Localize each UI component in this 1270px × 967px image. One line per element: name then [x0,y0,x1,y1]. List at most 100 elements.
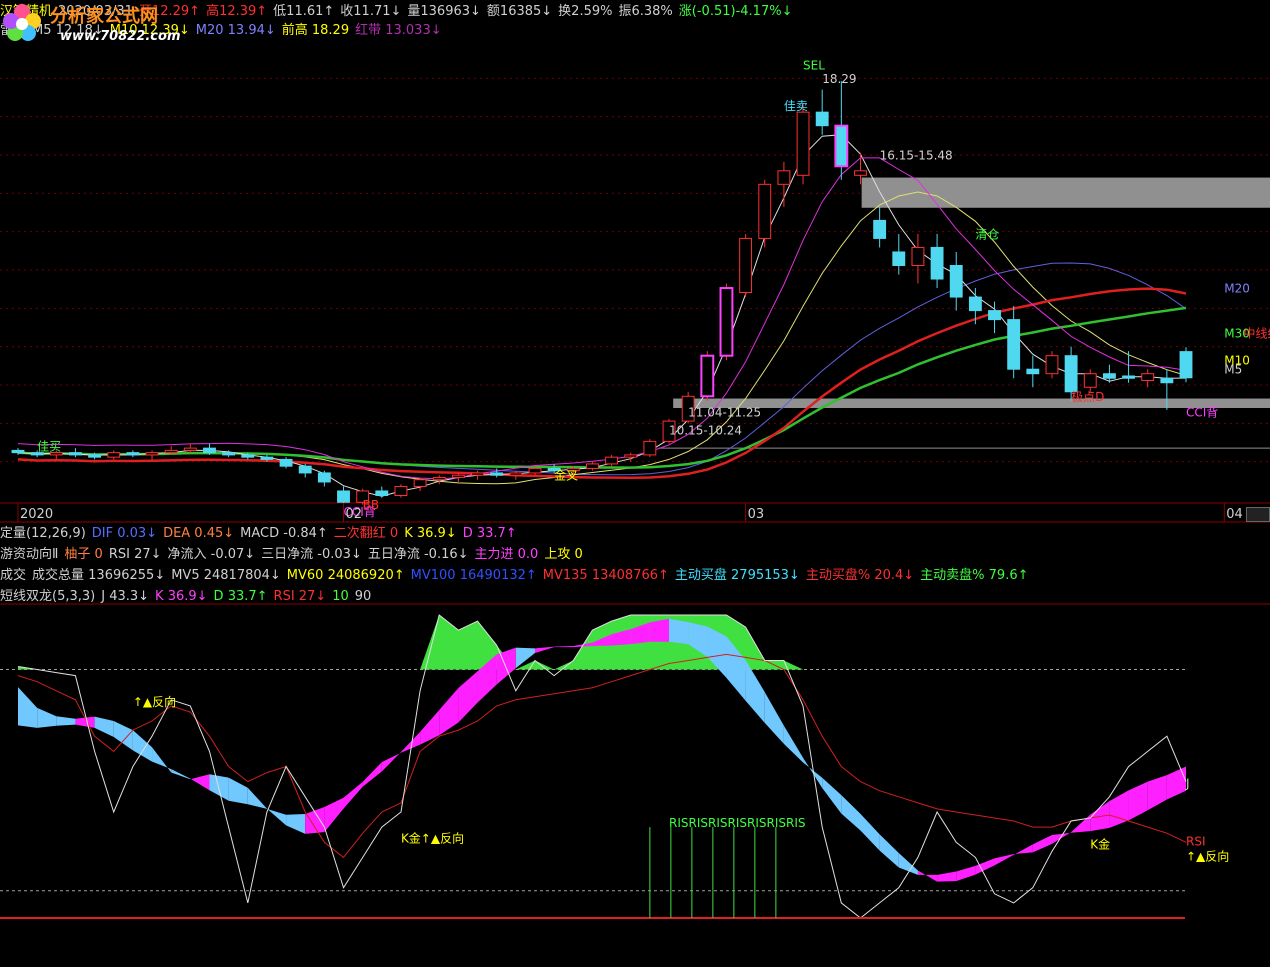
macd-header: 定量(12,26,9) DIF 0.03↓ DEA 0.45↓ MACD -0.84↑… [0,525,523,543]
header-field: 成交总量 13696255↓ [32,568,166,583]
svg-text:分析家公式网: 分析家公式网 [50,5,158,27]
chart-annotation: 16.15-15.48 [880,149,953,163]
header-field: 五日净流 -0.16↓ [367,547,469,562]
header-field: 三日净流 -0.03↓ [261,547,362,562]
rsi-line [17,653,1187,859]
header-field: 涨(-0.51)-4.17%↓ [678,4,793,19]
candle-body [317,472,331,483]
candle-body [1179,351,1193,379]
dragon-ribbon-segment [822,777,842,814]
candle-body [241,454,255,458]
candles [11,81,1193,510]
header-field: 红带 13.033↓ [355,23,442,38]
dragon-ribbon-segment [420,709,440,745]
chart-annotation: 清仓 [975,227,999,241]
header-field: MV5 24817804↓ [171,568,281,583]
dragon-ribbon-segment [879,834,899,868]
dragon-ribbon-segment [381,752,401,772]
candle-body [528,467,542,474]
chart-annotation: 18.29 [822,72,856,86]
chart-annotation: M5 [1224,363,1242,377]
header-field: 10 [332,589,349,604]
header-field: 高12.39↑ [206,4,268,19]
stock-chart-window: SEL 18.29 16.15-15.48 11.04-11.25 10.15-10.2… [0,0,1270,967]
dragon-ribbon-segment [1147,775,1167,811]
x-tick-label: 04 [1226,507,1243,522]
candle-body [834,125,848,167]
dragon-ribbon-segment [37,707,57,728]
header-field: 游资动向Ⅱ [0,547,59,562]
osc-label: K金↑▲反向 [401,830,464,845]
candle-body [930,246,944,280]
support-band [673,398,1270,408]
candle-body [585,463,599,469]
candle-body [796,111,810,176]
dragon-ribbon-segment [917,870,938,882]
osc-labels: ↑▲反向K金↑▲反向RISRISRISRISRISRISRISK金JRSI↑▲反… [133,694,1229,864]
dragon-ribbon-segment [132,730,153,762]
x-tick-label: 03 [748,507,765,522]
dragon-ribbon-segment [343,781,363,809]
dragon-ribbon-segment [994,854,1014,866]
header-field: 90 [354,589,372,604]
candle-body [720,287,733,357]
dragon-ribbon-segment [803,757,823,789]
candle-body [1045,355,1059,375]
osc-label: ↑▲反向 [133,694,176,709]
candle-body [490,472,504,476]
dragon-ribbon-segment [94,716,114,737]
header-field: 收11.71↓ [340,4,402,19]
header-field: 量136963↓ [407,4,481,19]
osc-label: J [1185,777,1190,791]
candle-body [260,456,274,460]
dragon-ribbon-segment [975,858,995,875]
candle-body [605,456,619,465]
dragon-ribbon-segment [669,618,689,645]
header-field: M20 13.94↓ [195,23,276,38]
dragon-ribbon-segment [324,797,344,833]
dragon-ribbon-segment [18,687,38,728]
x-axis: 2020 02 03 04 [17,503,1243,522]
header-field: 定量(12,26,9) [0,526,86,541]
header-field: 短线双龙(5,3,3) [0,589,96,604]
scroll-button[interactable] [1246,507,1270,522]
candle-body [854,170,867,176]
chart-annotation: SEL [803,58,825,72]
svg-text:www.70822.com: www.70822.com [60,29,181,44]
candle-body [624,454,638,458]
header-field: 主动卖盘% 79.6↑ [920,568,1029,583]
osc-label: ↑▲反向 [1186,848,1229,863]
dragon-ribbon-segment [458,671,478,723]
dragon-ribbon-segment [1166,766,1186,800]
candle-body [700,355,714,397]
dragon-ribbon-segment [113,721,133,751]
header-field: MV100 16490132↑ [410,568,537,583]
header-field: 主动买盘% 20.4↓ [805,568,915,583]
candle-body [298,465,312,474]
header-field: 柚子 0 [64,547,103,562]
chart-annotation: 10.15-10.24 [669,424,742,438]
dragon-ribbon-segment [534,646,555,653]
chart-annotation: BB [363,498,379,512]
dragon-ribbon-segment [1013,844,1033,855]
candle-body [777,170,791,185]
candle-body [873,219,887,239]
candle-body [1122,375,1135,379]
dragon-ribbon-segment [783,725,804,763]
header-field: 二次翻红 0 [333,526,399,541]
header-field: 主力进 0.0 [474,547,539,562]
chart-annotation: CCI背 [1186,406,1218,420]
header-field: 额16385↓ [486,4,553,19]
candle-body [1007,319,1021,370]
header-field: D 33.7↑ [462,526,517,541]
candle-body [911,246,925,266]
header-field: DIF 0.03↓ [91,526,158,541]
dragon-ribbon-segment [1032,835,1052,853]
chart-annotation: 佳卖 [784,99,808,113]
candle-body [203,447,216,454]
dragon-ribbon-segment [152,747,172,773]
candle-body [451,474,465,478]
candle-body [815,111,829,127]
chart-annotation: 中线红带 [1243,326,1270,341]
dragon-ribbon-segment [171,769,191,780]
